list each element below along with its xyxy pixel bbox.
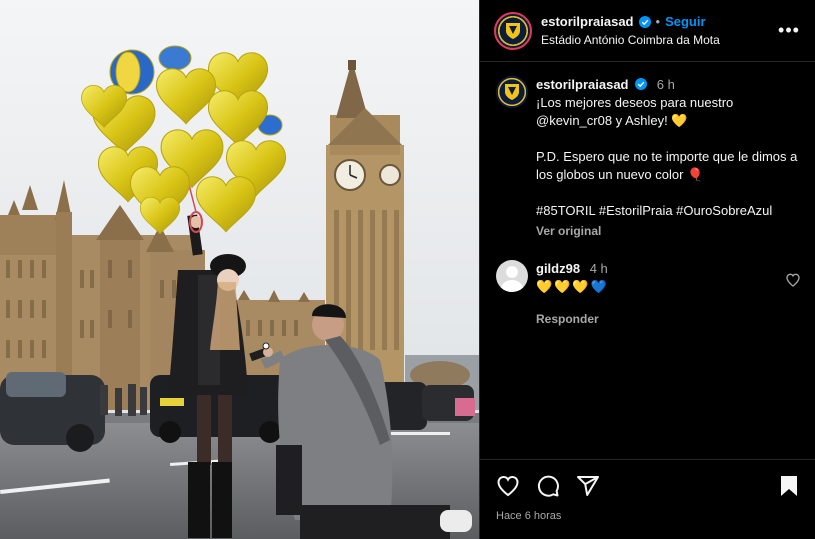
comment-body: gildz98 4 h 💛💛💛💙 Responder xyxy=(536,260,777,328)
more-options-icon[interactable]: ••• xyxy=(777,20,801,41)
caption-time[interactable]: 6 h xyxy=(657,77,675,92)
caption: estorilpraiasad 6 h ¡Los mejores deseos … xyxy=(496,76,801,240)
comment-time[interactable]: 4 h xyxy=(590,261,608,276)
save-bookmark-icon[interactable] xyxy=(777,474,801,498)
comment-username[interactable]: gildz98 xyxy=(536,261,580,276)
post-photo[interactable] xyxy=(0,0,479,539)
caption-hashtags[interactable]: #85TORIL #EstorilPraia #OuroSobreAzul xyxy=(536,202,801,220)
post-header: estorilpraiasad • Seguir Estádio António… xyxy=(480,0,815,62)
header-text: estorilpraiasad • Seguir Estádio António… xyxy=(541,14,777,47)
caption-header: estorilpraiasad 6 h xyxy=(536,76,801,94)
caption-text-2: P.D. Espero que no te importe que le dim… xyxy=(536,149,798,182)
separator-dot: • xyxy=(655,14,661,29)
location-link[interactable]: Estádio António Coimbra da Mota xyxy=(541,33,777,47)
account-avatar[interactable] xyxy=(494,11,532,50)
header-username[interactable]: estorilpraiasad xyxy=(541,14,634,29)
comment-text: 💛💛💛💙 xyxy=(536,279,609,294)
action-row xyxy=(496,474,801,498)
post-time-ago[interactable]: Hace 6 horas xyxy=(496,510,801,522)
caption-text-1: ¡Los mejores deseos para nuestro @kevin_… xyxy=(536,95,734,128)
verified-badge-icon xyxy=(635,78,648,90)
see-original-link[interactable]: Ver original xyxy=(536,222,801,240)
club-crest-icon xyxy=(505,84,519,100)
comment-like-heart-icon[interactable] xyxy=(785,272,801,288)
comment-bubble-icon[interactable] xyxy=(536,474,560,498)
caption-body: estorilpraiasad 6 h ¡Los mejores deseos … xyxy=(536,76,801,240)
proposal-photo xyxy=(0,0,479,539)
instagram-post-modal: estorilpraiasad • Seguir Estádio António… xyxy=(0,0,815,539)
post-details-panel: estorilpraiasad • Seguir Estádio António… xyxy=(479,0,815,539)
comments-section: estorilpraiasad 6 h ¡Los mejores deseos … xyxy=(480,62,815,328)
comment-item: gildz98 4 h 💛💛💛💙 Responder xyxy=(496,260,801,328)
comment-header: gildz98 4 h xyxy=(536,260,777,278)
share-paper-plane-icon[interactable] xyxy=(576,474,600,498)
caption-username[interactable]: estorilpraiasad xyxy=(536,77,629,92)
reply-button[interactable]: Responder xyxy=(536,310,777,328)
follow-button[interactable]: Seguir xyxy=(665,14,705,29)
club-crest-icon xyxy=(506,22,520,39)
post-actions: Hace 6 horas xyxy=(480,459,815,522)
ring-icon xyxy=(262,342,270,350)
caption-avatar[interactable] xyxy=(496,76,528,108)
verified-badge-icon xyxy=(638,15,651,28)
header-row: estorilpraiasad • Seguir xyxy=(541,14,777,29)
comment-avatar[interactable] xyxy=(496,260,528,292)
like-heart-icon[interactable] xyxy=(496,474,520,498)
